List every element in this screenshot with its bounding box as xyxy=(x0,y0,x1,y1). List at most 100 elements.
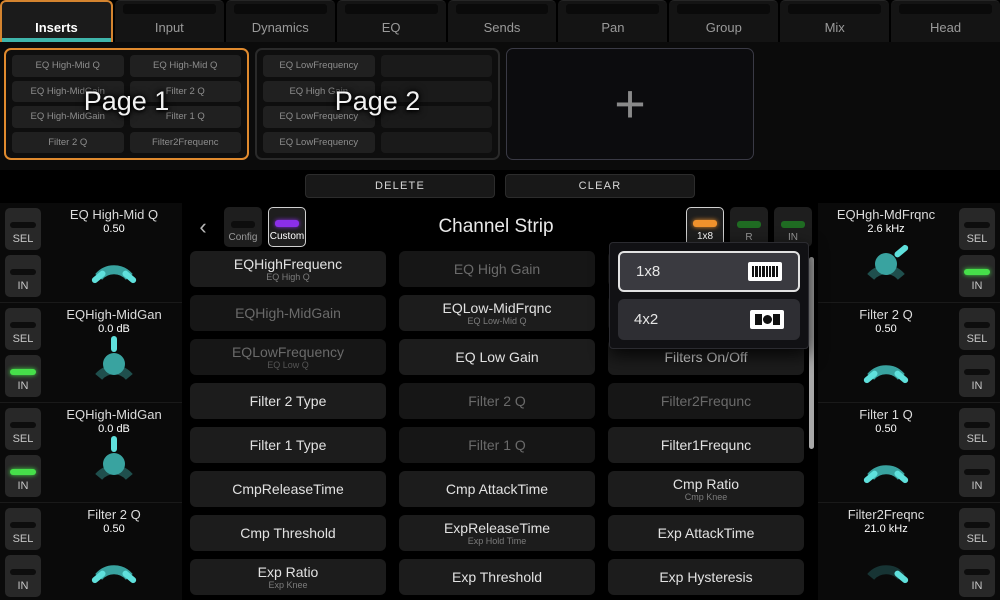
tab-inserts[interactable]: Inserts xyxy=(0,0,113,42)
add-page-button[interactable]: + xyxy=(506,48,754,160)
parameter-button[interactable]: EQLowFrequencyEQ Low Q xyxy=(190,339,386,375)
tab-group[interactable]: Group xyxy=(669,0,778,42)
parameter-button[interactable]: Filter 1 Type xyxy=(190,427,386,463)
tab-input[interactable]: Input xyxy=(115,0,224,42)
page-slot[interactable] xyxy=(381,106,493,128)
parameter-button[interactable]: Filter 2 Type xyxy=(190,383,386,419)
parameter-button[interactable]: Exp Hysteresis xyxy=(608,559,804,595)
in-led xyxy=(964,369,990,375)
right-channel-strips: SELINEQHgh-MdFrqnc2.6 kHzSELINFilter 2 Q… xyxy=(818,203,1000,600)
sel-button[interactable]: SEL xyxy=(959,408,995,450)
sel-button[interactable]: SEL xyxy=(5,508,41,550)
knob-pointer-top[interactable] xyxy=(77,436,151,494)
r-button[interactable]: R xyxy=(730,207,768,247)
parameter-button[interactable]: Exp RatioExp Knee xyxy=(190,559,386,595)
knob-ring[interactable] xyxy=(77,236,151,294)
config-led xyxy=(231,221,255,228)
page-slot[interactable]: EQ High-MidGain xyxy=(12,106,124,128)
in-label: IN xyxy=(18,480,29,492)
parameter-button[interactable]: EQHigh-MidGain xyxy=(190,295,386,331)
knob-pointer-top[interactable] xyxy=(77,336,151,394)
knob-ring[interactable] xyxy=(77,536,151,594)
knob-pointer-se[interactable] xyxy=(849,536,923,594)
custom-button[interactable]: Custom xyxy=(268,207,306,247)
layout-dropdown-popup: 1x84x2 xyxy=(609,242,809,349)
page-slot[interactable]: Filter2Frequenc xyxy=(130,132,242,154)
sel-button[interactable]: SEL xyxy=(959,208,995,250)
tab-top-decor xyxy=(345,4,438,14)
parameter-label: Exp AttackTime xyxy=(658,525,755,541)
in-button[interactable]: IN xyxy=(959,455,995,497)
parameter-button[interactable]: Cmp AttackTime xyxy=(399,471,595,507)
knob-area: Filter 2 Q0.50 xyxy=(818,303,954,402)
tab-top-decor xyxy=(788,4,881,14)
in-button[interactable]: IN xyxy=(959,355,995,397)
knob-value: 0.0 dB xyxy=(98,323,130,336)
page-slot[interactable]: EQ LowFrequency xyxy=(263,106,375,128)
in-button[interactable]: IN xyxy=(959,555,995,597)
sel-button[interactable]: SEL xyxy=(959,308,995,350)
parameter-button[interactable]: Filter 1 Q xyxy=(399,427,595,463)
parameter-button[interactable]: Cmp RatioCmp Knee xyxy=(608,471,804,507)
parameter-button[interactable]: Filter2Frequnc xyxy=(608,383,804,419)
tab-head[interactable]: Head xyxy=(891,0,1000,42)
page-card[interactable]: EQ High-Mid Q EQ High-Mid Q EQ High-MidGai… xyxy=(4,48,249,160)
sel-button[interactable]: SEL xyxy=(959,508,995,550)
parameter-button[interactable]: ExpReleaseTimeExp Hold Time xyxy=(399,515,595,551)
page-slot[interactable]: Filter 1 Q xyxy=(130,106,242,128)
in-button[interactable]: IN xyxy=(5,355,41,397)
tab-eq[interactable]: EQ xyxy=(337,0,446,42)
sel-button[interactable]: SEL xyxy=(5,408,41,450)
parameter-button[interactable]: EQHighFrequencEQ High Q xyxy=(190,251,386,287)
knob-ring[interactable] xyxy=(849,436,923,494)
tab-sends[interactable]: Sends xyxy=(448,0,557,42)
back-chevron-icon[interactable]: ‹ xyxy=(188,210,218,244)
in-button[interactable]: IN xyxy=(774,207,812,247)
page-slot[interactable]: Filter 2 Q xyxy=(12,132,124,154)
page-slot[interactable]: Filter 2 Q xyxy=(130,81,242,103)
parameter-button[interactable]: EQ High Gain xyxy=(399,251,595,287)
page-slot[interactable] xyxy=(381,81,493,103)
in-button[interactable]: IN xyxy=(5,255,41,297)
tab-pan[interactable]: Pan xyxy=(558,0,667,42)
parameter-button[interactable]: Exp Threshold xyxy=(399,559,595,595)
layout-option-1x8[interactable]: 1x8 xyxy=(618,251,800,292)
page-slot[interactable]: EQ High-Mid Q xyxy=(12,55,124,77)
sel-button[interactable]: SEL xyxy=(5,308,41,350)
layout-selector-button[interactable]: 1x8 xyxy=(686,207,724,247)
tab-label: Dynamics xyxy=(252,20,309,35)
page-slot[interactable]: EQ High-MidGain xyxy=(12,81,124,103)
knob-ring[interactable] xyxy=(849,336,923,394)
page-slot[interactable]: EQ High Gain xyxy=(263,81,375,103)
delete-button[interactable]: DELETE xyxy=(305,174,495,198)
page-card[interactable]: EQ LowFrequency EQ High Gain EQ LowFrequen… xyxy=(255,48,500,160)
parameter-button[interactable]: CmpReleaseTime xyxy=(190,471,386,507)
config-button[interactable]: Config xyxy=(224,207,262,247)
in-button[interactable]: IN xyxy=(5,455,41,497)
tab-dynamics[interactable]: Dynamics xyxy=(226,0,335,42)
parameter-label: EQ High Gain xyxy=(454,261,540,277)
layout-option-4x2[interactable]: 4x2 xyxy=(618,299,800,340)
parameter-button[interactable]: EQ Low Gain xyxy=(399,339,595,375)
page-slot[interactable]: EQ LowFrequency xyxy=(263,132,375,154)
page-slot[interactable]: EQ High-Mid Q xyxy=(130,55,242,77)
sel-button[interactable]: SEL xyxy=(5,208,41,250)
page-slot[interactable]: EQ LowFrequency xyxy=(263,55,375,77)
in-button[interactable]: IN xyxy=(959,255,995,297)
parameter-button[interactable]: Exp AttackTime xyxy=(608,515,804,551)
custom-label: Custom xyxy=(270,231,304,242)
knob-pointer-ne[interactable] xyxy=(849,236,923,294)
parameter-button[interactable]: Filter1Frequnc xyxy=(608,427,804,463)
vertical-scrollbar[interactable] xyxy=(809,257,814,449)
page-slot[interactable] xyxy=(381,55,493,77)
parameter-button[interactable]: Cmp Threshold xyxy=(190,515,386,551)
page-slot[interactable] xyxy=(381,132,493,154)
parameter-button[interactable]: EQLow-MidFrqncEQ Low-Mid Q xyxy=(399,295,595,331)
in-button[interactable]: IN xyxy=(5,555,41,597)
parameter-label: EQLowFrequency xyxy=(232,344,344,360)
parameter-button[interactable]: Filter 2 Q xyxy=(399,383,595,419)
tab-label: Inserts xyxy=(35,20,78,35)
tab-mix[interactable]: Mix xyxy=(780,0,889,42)
clear-button[interactable]: CLEAR xyxy=(505,174,695,198)
channel-strip-right: SELINEQHgh-MdFrqnc2.6 kHz xyxy=(818,203,1000,303)
